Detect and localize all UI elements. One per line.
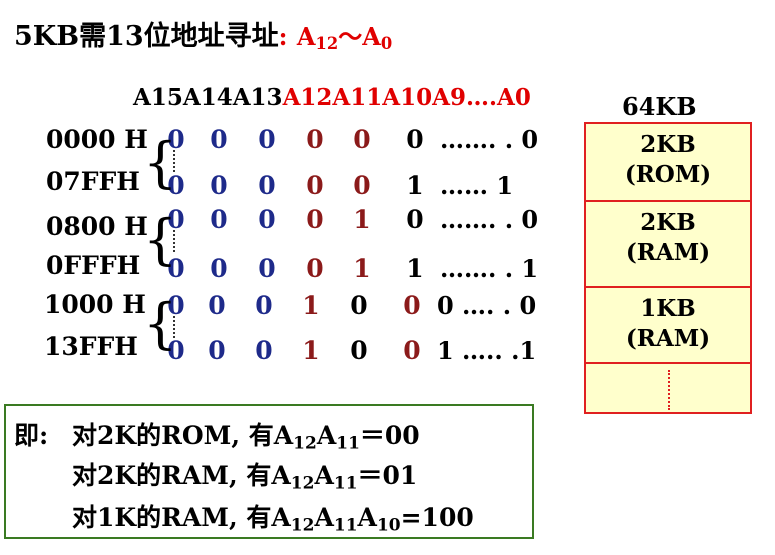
row-address: 1000 H (44, 290, 146, 319)
bit-tail: ……. . 0 (440, 205, 539, 234)
bit-a10: 0 (406, 205, 424, 234)
title-text: 5KB需13位地址寻址 (14, 21, 279, 52)
bit-a13: 0 (258, 125, 276, 154)
block-type: (ROM) (624, 161, 712, 188)
bit-a14: 0 (208, 336, 226, 365)
block-type: (RAM) (625, 325, 711, 352)
block-size: 2KB (640, 209, 696, 236)
bit-a12: 0 (306, 171, 324, 200)
bit-a14: 0 (210, 205, 228, 234)
bit-a12: 1 (302, 336, 320, 365)
row-address: 13FFH (44, 332, 138, 361)
summary-line: 对1K的RAM, 有A12A11A10=100 (72, 503, 474, 536)
bit-a13: 0 (258, 254, 276, 283)
continuation-dots (668, 370, 670, 410)
summary-line: 对2K的ROM, 有A12A11＝00 (72, 421, 420, 454)
bit-a14: 0 (210, 171, 228, 200)
bit-a13: 0 (258, 205, 276, 234)
bit-tail: 1 ….. .1 (437, 336, 537, 365)
bit-a11: 0 (350, 336, 368, 365)
bit-a12: 0 (306, 125, 324, 154)
dotted-connector (173, 150, 175, 172)
bit-a12: 1 (302, 291, 320, 320)
title-range: A12～A0 (296, 22, 393, 54)
bit-a14: 0 (210, 254, 228, 283)
bit-a14: 0 (208, 291, 226, 320)
bit-a12: 0 (306, 254, 324, 283)
bit-a11: 0 (353, 171, 371, 200)
row-address: 0000 H (46, 125, 148, 154)
bit-tail: …… 1 (440, 171, 514, 200)
bit-tail: ……. . 0 (440, 125, 539, 154)
bit-a11: 0 (350, 291, 368, 320)
summary-box: 即: 对2K的ROM, 有A12A11＝00 对2K的RAM, 有A12A11＝… (4, 404, 534, 539)
bit-a14: 0 (210, 125, 228, 154)
summary-prefix: 即: (14, 421, 49, 450)
bit-tail: ……. . 1 (440, 254, 539, 283)
memory-map: 2KB (ROM) 2KB (RAM) 1KB (RAM) (584, 122, 752, 414)
bit-tail: 0 …. . 0 (437, 291, 537, 320)
row-address: 0800 H (46, 212, 148, 241)
dotted-connector (173, 316, 175, 338)
bit-a13: 0 (258, 171, 276, 200)
title-colon: : (278, 22, 288, 51)
summary-line: 对2K的RAM, 有A12A11＝01 (72, 461, 418, 494)
bit-a10: 0 (406, 125, 424, 154)
bit-a13: 0 (255, 336, 273, 365)
header-high-bits: A15A14A13 (133, 84, 283, 111)
memory-block-ram: 1KB (RAM) (586, 288, 750, 364)
bit-a12: 0 (306, 205, 324, 234)
bit-a10: 1 (406, 171, 424, 200)
page-title: 5KB需13位地址寻址: A12～A0 (14, 14, 392, 53)
bit-a10: 1 (406, 254, 424, 283)
memory-title: 64KB (622, 92, 697, 121)
memory-block-ram: 2KB (RAM) (586, 202, 750, 288)
block-size: 2KB (640, 131, 696, 158)
bit-a13: 0 (255, 291, 273, 320)
block-size: 1KB (640, 295, 696, 322)
bit-a10: 0 (403, 336, 421, 365)
memory-block-rom: 2KB (ROM) (586, 124, 750, 202)
bit-a11: 0 (353, 125, 371, 154)
dotted-connector (173, 230, 175, 252)
header-low-bits: A12A11A10A9….A0 (282, 84, 531, 111)
block-type: (RAM) (625, 239, 711, 266)
bit-a11: 1 (353, 205, 371, 234)
bit-a11: 1 (353, 254, 371, 283)
row-address: 0FFFH (46, 251, 141, 280)
address-bit-header: A15A14A13A12A11A10A9….A0 (133, 84, 531, 111)
row-address: 07FFH (46, 167, 140, 196)
bit-a10: 0 (403, 291, 421, 320)
